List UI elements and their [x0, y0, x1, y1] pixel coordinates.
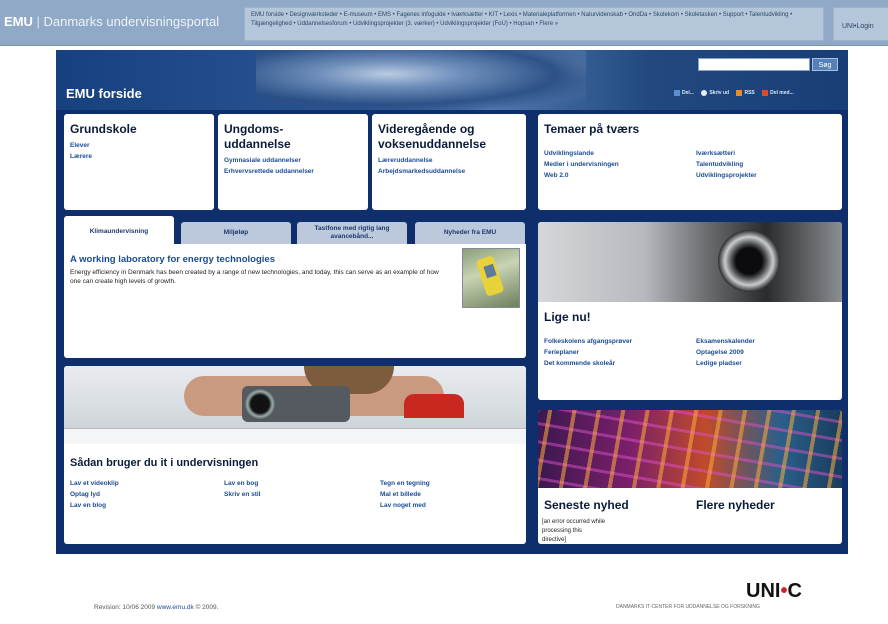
- page-footer: Revision: 10/06 2009 www.emu.dk © 2009. …: [56, 554, 848, 624]
- link-tegning[interactable]: Tegn en tegning: [380, 478, 430, 489]
- header-photo: [256, 50, 586, 110]
- unic-logo[interactable]: UNI•C: [746, 580, 802, 603]
- page-header: EMU forside Søg Del... Skriv ud RSS Del …: [56, 50, 848, 110]
- link-eksamenskalender[interactable]: Eksamenskalender: [696, 336, 755, 347]
- link-laerere[interactable]: Lærere: [70, 151, 208, 162]
- tool-share[interactable]: Del...: [674, 90, 694, 96]
- portal-topbar: EMU | Danmarks undervisningsportal EMU f…: [0, 0, 888, 46]
- videre-title-1[interactable]: Videregående og: [378, 122, 520, 137]
- ungdom-title-2[interactable]: uddannelse: [224, 137, 362, 152]
- temaer-title: Temaer på tværs: [544, 122, 640, 136]
- site-link[interactable]: www.emu.dk: [157, 604, 194, 611]
- videre-title-2[interactable]: voksenuddannelse: [378, 137, 520, 152]
- flere-nyheder-title[interactable]: Flere nyheder: [696, 498, 775, 513]
- tab-nyheder-emu[interactable]: Nyheder fra EMU: [415, 222, 525, 245]
- link-laereruddannelse[interactable]: Læreruddannelse: [378, 155, 520, 166]
- seneste-nyhed-title[interactable]: Seneste nyhed: [544, 498, 629, 513]
- link-medier[interactable]: Medier i undervisningen: [544, 159, 619, 170]
- feature-image-gps[interactable]: [462, 248, 520, 308]
- link-web20[interactable]: Web 2.0: [544, 170, 619, 181]
- box-temaer: Temaer på tværs Udviklingslande Medier i…: [538, 114, 842, 210]
- copyright: © 2009.: [195, 604, 219, 611]
- feature-tabs: Klimaundervisning Miljøløp Tastfone med …: [64, 216, 526, 245]
- lige-nu-image: [538, 222, 842, 302]
- link-afgangsproever[interactable]: Folkeskolens afgangsprøver: [544, 336, 632, 347]
- link-skoleaar[interactable]: Det kommende skoleår: [544, 358, 632, 369]
- link-stil[interactable]: Skriv en stil: [224, 489, 261, 500]
- link-erhverv[interactable]: Erhvervsrettede uddannelser: [224, 166, 362, 177]
- link-udviklingslande[interactable]: Udviklingslande: [544, 148, 619, 159]
- link-optag-lyd[interactable]: Optag lyd: [70, 489, 119, 500]
- camera-photo: [64, 366, 526, 444]
- brand-emu: EMU: [4, 14, 33, 29]
- news-error-message: [an error occurred while processing this…: [542, 519, 606, 543]
- link-blog[interactable]: Lav en blog: [70, 500, 119, 511]
- print-icon: [701, 90, 708, 96]
- box-grundskole: Grundskole Elever Lærere: [64, 114, 214, 210]
- box-lige-nu: Lige nu! Folkeskolens afgangsprøver Feri…: [538, 222, 842, 400]
- ungdom-title-1[interactable]: Ungdoms-: [224, 122, 362, 137]
- page-title[interactable]: EMU forside: [66, 86, 142, 101]
- link-elever[interactable]: Elever: [70, 140, 208, 151]
- share-icon: [674, 90, 680, 96]
- feature-panel: A working laboratory for energy technolo…: [64, 244, 526, 358]
- link-udviklingsprojekter[interactable]: Udviklingsprojekter: [696, 170, 757, 181]
- link-ferieplaner[interactable]: Ferieplaner: [544, 347, 632, 358]
- eye-camera-lens: [718, 230, 780, 292]
- link-gymnasiale[interactable]: Gymnasiale uddannelser: [224, 155, 362, 166]
- feature-headline[interactable]: A working laboratory for energy technolo…: [70, 254, 275, 265]
- link-optagelse[interactable]: Optagelse 2009: [696, 347, 755, 358]
- tool-print[interactable]: Skriv ud: [701, 90, 729, 96]
- link-ledige-pladser[interactable]: Ledige pladser: [696, 358, 755, 369]
- page-container: EMU forside Søg Del... Skriv ud RSS Del …: [56, 50, 848, 624]
- link-videoklip[interactable]: Lav et videoklip: [70, 478, 119, 489]
- feature-body: Energy efficiency in Denmark has been cr…: [70, 269, 439, 285]
- search-input[interactable]: [698, 58, 810, 71]
- revision-date: Revision: 10/06 2009: [94, 604, 156, 611]
- tool-share-with[interactable]: Del med...: [762, 90, 794, 96]
- box-nyheder: Seneste nyhed Flere nyheder [an error oc…: [538, 410, 842, 544]
- link-arbejdsmarked[interactable]: Arbejdsmarkedsuddannelse: [378, 166, 520, 177]
- grundskole-title[interactable]: Grundskole: [70, 122, 208, 137]
- unilogin-button[interactable]: UNI•Login: [833, 7, 888, 41]
- search-button[interactable]: Søg: [812, 58, 838, 71]
- portal-links-text[interactable]: EMU forside • Designværksteder • E-museu…: [251, 12, 792, 27]
- tab-miljoelop[interactable]: Miljøløp: [181, 222, 291, 245]
- link-talentudvikling[interactable]: Talentudvikling: [696, 159, 757, 170]
- share-with-icon: [762, 90, 769, 96]
- tool-rss[interactable]: RSS: [736, 90, 755, 96]
- saadan-title: Sådan bruger du it i undervisningen: [70, 457, 259, 469]
- box-ungdomsuddannelse: Ungdoms- uddannelse Gymnasiale uddannels…: [218, 114, 368, 210]
- link-billede[interactable]: Mal et billede: [380, 489, 430, 500]
- brand-separator: |: [32, 14, 44, 29]
- link-bog[interactable]: Lav en bog: [224, 478, 261, 489]
- portal-brand[interactable]: EMU | Danmarks undervisningsportal: [4, 14, 219, 29]
- lige-nu-title: Lige nu!: [544, 310, 591, 324]
- tab-tastfone[interactable]: Tastfone med rigtig lang avancebånd...: [297, 222, 407, 245]
- tab-klimaundervisning[interactable]: Klimaundervisning: [64, 216, 174, 245]
- rss-icon: [736, 90, 743, 96]
- news-image-lights: [538, 410, 842, 488]
- unic-logo-subtitle: DANMARKS IT-CENTER FOR UDDANNELSE OG FOR…: [616, 604, 760, 610]
- brand-subtitle: Danmarks undervisningsportal: [43, 14, 220, 29]
- revision-info: Revision: 10/06 2009 www.emu.dk © 2009.: [94, 604, 218, 611]
- header-tools: Del... Skriv ud RSS Del med...: [668, 90, 794, 96]
- portal-links-menu: EMU forside • Designværksteder • E-museu…: [244, 7, 824, 41]
- box-videregaaende: Videregående og voksenuddannelse Lærerud…: [372, 114, 526, 210]
- link-noget-med[interactable]: Lav noget med: [380, 500, 430, 511]
- link-ivaerksaetteri[interactable]: Iværksætteri: [696, 148, 757, 159]
- box-saadan-bruger: Sådan bruger du it i undervisningen Lav …: [64, 366, 526, 544]
